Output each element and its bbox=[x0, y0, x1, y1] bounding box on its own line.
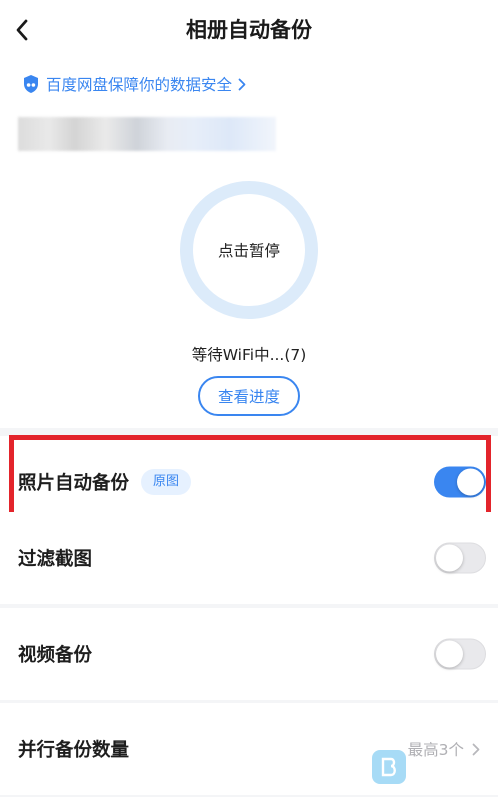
video-backup-label: 视频备份 bbox=[18, 645, 93, 666]
page-title: 相册自动备份 bbox=[186, 18, 312, 42]
toggle-knob bbox=[436, 544, 463, 572]
security-notice-text: 百度网盘保障你的数据安全 bbox=[46, 76, 233, 94]
parallel-count-value: 最高3个 bbox=[408, 738, 480, 760]
video-backup-toggle[interactable] bbox=[434, 638, 486, 670]
parallel-count-row[interactable]: 并行备份数量 最高3个 bbox=[0, 703, 498, 795]
waiting-status-text: 等待WiFi中...(7) bbox=[191, 346, 307, 364]
view-progress-button[interactable]: 查看进度 bbox=[198, 376, 300, 416]
chevron-right-icon bbox=[472, 743, 480, 755]
filter-screenshots-toggle[interactable] bbox=[434, 542, 486, 574]
security-notice-link[interactable]: 百度网盘保障你的数据安全 bbox=[22, 72, 246, 96]
chevron-right-icon bbox=[238, 78, 246, 90]
video-backup-row: 视频备份 bbox=[0, 608, 498, 700]
ring-label: 点击暂停 bbox=[217, 242, 280, 260]
filter-screenshots-row: 过滤截图 bbox=[0, 512, 498, 604]
backup-status-panel: 百度网盘保障你的数据安全 点击暂停 等待WiFi中...(7) 查看进度 bbox=[0, 60, 498, 428]
header-bar: 相册自动备份 bbox=[0, 0, 498, 60]
shield-icon bbox=[24, 75, 38, 93]
toggle-knob bbox=[436, 640, 463, 668]
highlight-box bbox=[9, 435, 491, 522]
watermark-logo-icon bbox=[372, 750, 406, 784]
filter-screenshots-label: 过滤截图 bbox=[18, 549, 93, 570]
parallel-count-label: 并行备份数量 bbox=[18, 740, 130, 761]
pause-backup-ring[interactable]: 点击暂停 bbox=[180, 181, 318, 319]
parallel-count-value-text: 最高3个 bbox=[407, 741, 464, 759]
blurred-account-info bbox=[18, 117, 276, 151]
